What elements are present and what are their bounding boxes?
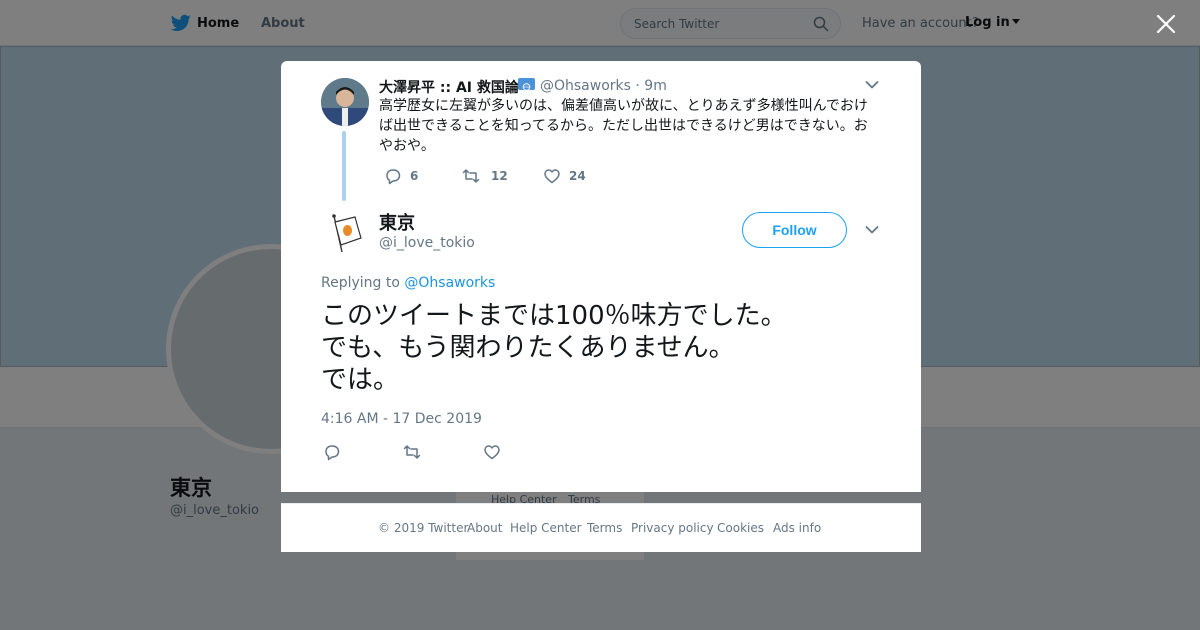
tweet-actions [321, 441, 521, 463]
chevron-down-icon[interactable] [865, 225, 879, 235]
parent-handle-text: @Ohsaworks [540, 78, 631, 94]
tweet-text: このツイートまでは100％味方でした。 でも、もう関わりたくありません。 では。 [321, 300, 901, 396]
tweet-modal: 大澤昇平 :: AI 救国論 @Ohsaworks · 9m 高学歴女に左翼が多… [281, 61, 921, 492]
replying-to-link[interactable]: @Ohsaworks [404, 275, 495, 291]
reply-icon [386, 169, 401, 185]
parent-author-handle[interactable]: @Ohsaworks · 9m [540, 78, 667, 94]
footer-cookies-link[interactable]: Cookies [717, 521, 764, 535]
parent-author-name[interactable]: 大澤昇平 :: AI 救国論 [379, 77, 519, 97]
close-icon[interactable] [1156, 14, 1176, 34]
parent-tweet-actions: 6 12 24 [379, 166, 679, 186]
footer-about-link[interactable]: About [467, 521, 502, 535]
footer-copyright: © 2019 Twitter [378, 521, 469, 535]
tweet-author-handle[interactable]: @i_love_tokio [379, 235, 475, 251]
chevron-down-icon[interactable] [865, 80, 879, 90]
parent-author-avatar[interactable] [321, 78, 369, 126]
avatar-photo [321, 78, 369, 126]
parent-tweet-text: 高学歴女に左翼が多いのは、偏差値高いが故に、とりあえず多様性叫んでおけば出世でき… [379, 98, 868, 154]
reply-icon[interactable] [323, 443, 341, 461]
tweet-text-line: このツイートまでは100％味方でした。 [321, 301, 787, 331]
footer-help-center-link[interactable]: Help Center [510, 521, 582, 535]
tweet-text-line: では。 [321, 365, 400, 395]
flag-icon [332, 214, 362, 253]
footer-privacy-link[interactable]: Privacy policy [631, 521, 714, 535]
like-icon[interactable] [483, 443, 501, 461]
tweet-text-line: でも、もう関わりたくありません。 [321, 333, 735, 363]
tweet-author-name[interactable]: 東京 [379, 209, 415, 235]
follow-button[interactable]: Follow [742, 212, 847, 248]
thread-connector-line [342, 131, 346, 201]
replying-prefix: Replying to [321, 275, 405, 291]
footer-ads-info-link[interactable]: Ads info [773, 521, 821, 535]
footer-terms-link[interactable]: Terms [587, 521, 622, 535]
tweet-timestamp[interactable]: 4:16 AM - 17 Dec 2019 [321, 411, 482, 427]
reply-count: 6 [410, 169, 419, 183]
parent-tweet-time[interactable]: · 9m [635, 78, 666, 94]
retweet-icon [462, 169, 480, 183]
tweet-author-avatar[interactable] [321, 208, 369, 256]
retweet-count: 12 [491, 169, 508, 183]
modal-footer: © 2019 Twitter About Help Center Terms P… [281, 503, 921, 552]
retweet-icon[interactable] [403, 443, 421, 461]
replying-to-line: Replying to @Ohsaworks [321, 275, 495, 291]
un-flag-icon [518, 78, 535, 91]
like-count: 24 [569, 169, 586, 183]
like-icon [544, 169, 560, 184]
